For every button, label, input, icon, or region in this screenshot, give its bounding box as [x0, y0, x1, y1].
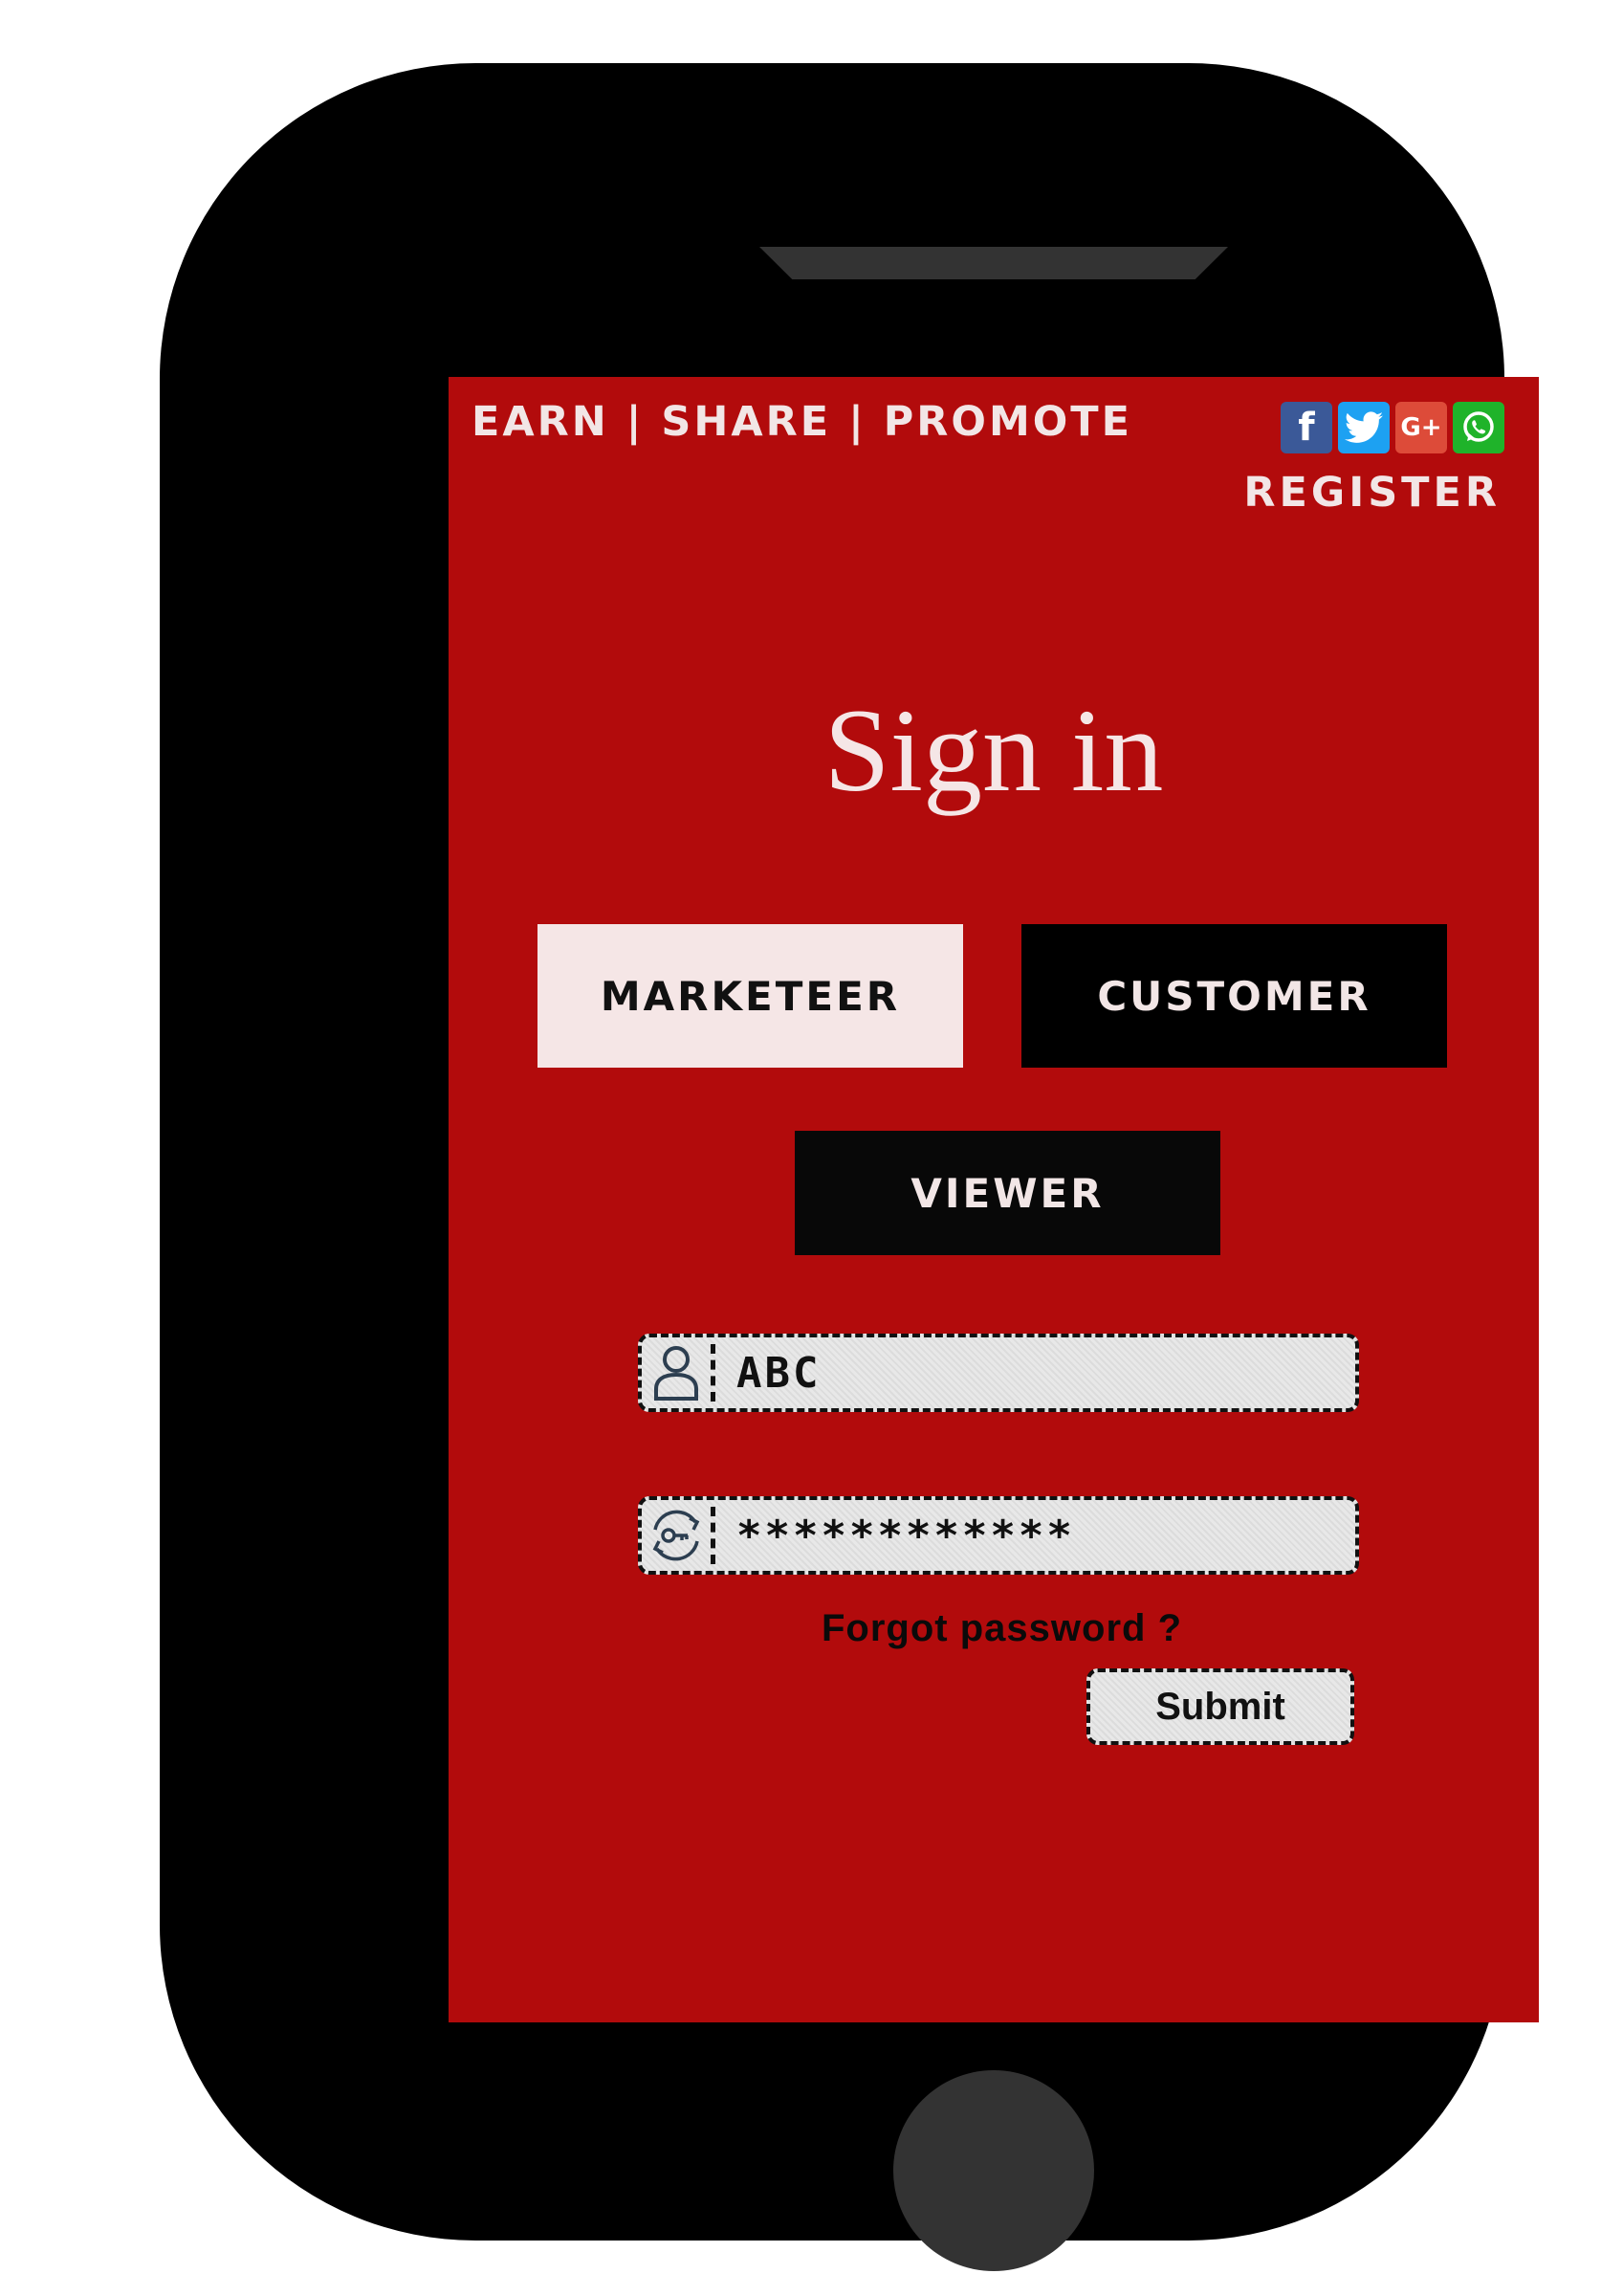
- field-divider: [711, 1507, 715, 1564]
- role-customer-label: CUSTOMER: [1097, 972, 1371, 1020]
- forgot-password-link[interactable]: Forgot password ?: [822, 1607, 1182, 1650]
- phone-frame: EARN | SHARE | PROMOTE f G+ REGISTER Sig…: [160, 63, 1539, 2271]
- submit-label: Submit: [1155, 1685, 1285, 1728]
- password-field[interactable]: ************: [638, 1496, 1359, 1575]
- username-field[interactable]: ABC: [638, 1334, 1359, 1412]
- register-link[interactable]: REGISTER: [1243, 469, 1501, 517]
- role-customer-button[interactable]: CUSTOMER: [1021, 924, 1447, 1068]
- phone-home-button[interactable]: [893, 2070, 1094, 2271]
- whatsapp-icon[interactable]: [1453, 402, 1504, 453]
- role-marketeer-button[interactable]: MARKETEER: [537, 924, 963, 1068]
- twitter-icon[interactable]: [1338, 402, 1390, 453]
- role-viewer-button[interactable]: VIEWER: [795, 1131, 1220, 1255]
- password-value: ************: [736, 1511, 1075, 1560]
- app-tagline: EARN | SHARE | PROMOTE: [472, 398, 1132, 446]
- page-title: Sign in: [823, 685, 1164, 816]
- social-icons: f G+: [1281, 402, 1504, 453]
- username-value: ABC: [736, 1348, 822, 1398]
- role-viewer-label: VIEWER: [910, 1169, 1105, 1217]
- submit-button[interactable]: Submit: [1086, 1668, 1354, 1745]
- key-refresh-icon: [642, 1500, 711, 1571]
- facebook-icon[interactable]: f: [1281, 402, 1332, 453]
- google-plus-icon[interactable]: G+: [1395, 402, 1447, 453]
- field-divider: [711, 1344, 715, 1402]
- app-screen: EARN | SHARE | PROMOTE f G+ REGISTER Sig…: [449, 377, 1539, 2022]
- phone-speaker: [759, 247, 1228, 279]
- role-marketeer-label: MARKETEER: [600, 972, 901, 1020]
- user-icon: [642, 1337, 711, 1408]
